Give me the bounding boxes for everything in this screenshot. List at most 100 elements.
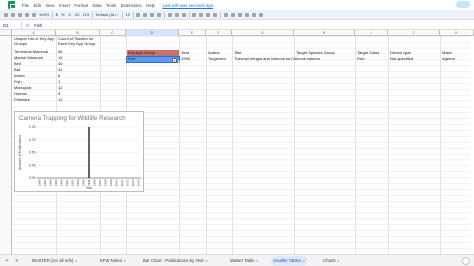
menu-file[interactable]: File [22,3,29,8]
link-icon[interactable] [223,12,228,17]
x-axis-label: Year [86,186,94,190]
summary-count-cell[interactable]: 12 [57,97,62,103]
tab-master-table[interactable]: Master Table ▾ [228,256,260,266]
chevron-down-icon[interactable]: ▾ [257,259,259,263]
name-box[interactable]: G1 [0,20,22,30]
header-target-class[interactable]: Target Class [356,50,379,56]
fill-color-icon[interactable] [167,12,172,17]
bold-icon[interactable] [136,12,141,17]
font-size-input[interactable]: 10 [125,12,129,17]
tab-label: KFW Notes [100,258,122,263]
last-edit-link[interactable]: Last edit was seconds ago [162,3,213,8]
x-tick-label: 1991 [65,179,69,186]
tab-label: Smaller Tables [273,258,302,263]
summary-group-cell[interactable]: Primates [13,97,30,103]
tab-smaller-tables[interactable]: Smaller Tables ▾ [271,256,307,266]
header-device-type[interactable]: Device type [389,50,411,56]
chart-plot-area: 0.00 0.25 0.50 0.75 1.00 1986 1987 1988 1989 1990… [18,125,141,190]
tab-label: Charts [323,258,336,263]
tab-kfw-notes[interactable]: KFW Notes ▾ [98,256,127,266]
more-formats-button[interactable]: 123 [82,12,89,17]
borders-icon[interactable] [174,12,179,17]
menu-format[interactable]: Format [74,3,88,8]
italic-icon[interactable] [143,12,148,17]
percent-format-button[interactable]: % [61,12,65,17]
search-menus-icon[interactable] [4,12,8,17]
header-target-species-group[interactable]: Target Species Group [295,50,335,56]
gridline [355,36,356,254]
menu-edit[interactable]: Edit [33,3,40,8]
chevron-down-icon[interactable]: ▾ [338,259,340,263]
menu-extensions[interactable]: Extensions [121,3,142,8]
explore-icon[interactable] [462,257,470,265]
tab-master[interactable]: MASTER (inc all refs) ▾ [30,256,79,266]
chevron-down-icon[interactable]: ▾ [75,259,77,263]
undo-icon[interactable] [11,12,15,17]
strikethrough-icon[interactable] [150,12,155,17]
formula-bar: G1 fx Fish [0,20,474,30]
x-tick-label: 1990 [60,179,64,186]
sheets-logo-icon[interactable] [8,1,16,9]
menu-tools[interactable]: Tools [106,3,116,8]
plus-icon[interactable]: + [4,258,10,264]
summary-header-b[interactable]: Count of Studies for Each Key App Group [57,36,100,49]
print-icon[interactable] [25,12,29,17]
x-tick-label: 2001 [120,179,124,186]
menu-help[interactable]: Help [146,3,155,8]
x-tick-label: 1997 [98,179,102,186]
summary-header-a[interactable]: Unique List of Key App Groups [13,36,56,49]
tab-charts[interactable]: Charts ▾ [321,256,341,266]
font-select[interactable]: Default (Ari... [96,12,119,17]
header-make[interactable]: Make [441,50,452,56]
header-year[interactable]: Year [180,50,189,56]
functions-icon[interactable] [258,12,263,17]
chart-icon[interactable] [237,12,242,17]
align-icon[interactable] [192,12,197,17]
valign-icon[interactable] [199,12,204,17]
zoom-select[interactable]: 100% [39,12,49,17]
x-tick-label: 1988 [49,179,53,186]
increase-decimal-button[interactable]: .00 [74,12,80,17]
chevron-down-icon[interactable]: ▾ [303,259,305,263]
filter-views-icon[interactable] [251,12,256,17]
menu-data[interactable]: Data [92,3,101,8]
wrap-icon[interactable] [206,12,211,17]
chart-camera-trapping[interactable]: Camera Trapping for Wildlife Research 0.… [14,111,144,192]
paint-format-icon[interactable] [32,12,36,17]
cell-title[interactable]: Thermal refugia and chinook sa Chinook s… [233,56,320,62]
x-tick-label: 1987 [43,179,47,186]
cell-target-class[interactable]: Fish [356,56,365,62]
x-tick-label: 2002 [125,179,129,186]
row-headers [0,36,12,254]
toolbar-divider [132,11,134,18]
rotate-icon[interactable] [213,12,218,17]
cell-author[interactable]: Torgersen [207,56,226,62]
currency-format-button[interactable]: $ [56,12,58,17]
redo-icon[interactable] [18,12,22,17]
paste-options-icon[interactable]: ⊞ [172,58,177,63]
cell-year[interactable]: 1995 [180,56,190,62]
formula-input[interactable]: Fish [34,23,42,28]
menu-insert[interactable]: Insert [59,3,70,8]
merge-cells-icon[interactable] [181,12,186,17]
toolbar-divider [92,11,93,18]
toolbar-divider [164,11,165,18]
fill-handle[interactable] [178,61,181,64]
comment-icon[interactable] [230,12,235,17]
bar [88,127,90,178]
sheet-tab-bar: + ≡ MASTER (inc all refs) ▾ KFW Notes ▾ Ba… [0,254,474,266]
header-title[interactable]: Title [233,50,241,56]
cell-make[interactable]: Agema [441,56,455,62]
chevron-down-icon[interactable]: ▾ [206,259,208,263]
text-color-icon[interactable] [157,12,162,17]
menu-icon[interactable]: ≡ [14,258,20,264]
decrease-decimal-button[interactable]: .0 [68,12,71,17]
header-author[interactable]: Author [207,50,220,56]
filter-icon[interactable] [244,12,249,17]
cell-device-type[interactable]: Not specified [389,56,413,62]
share-button[interactable] [456,1,470,8]
chevron-down-icon[interactable]: ▾ [124,259,126,263]
tab-bar-chart[interactable]: Bar Chart - Publications by Year ▾ [141,256,209,266]
menu-view[interactable]: View [45,3,54,8]
y-axis-label: Number of Publications [18,135,22,170]
